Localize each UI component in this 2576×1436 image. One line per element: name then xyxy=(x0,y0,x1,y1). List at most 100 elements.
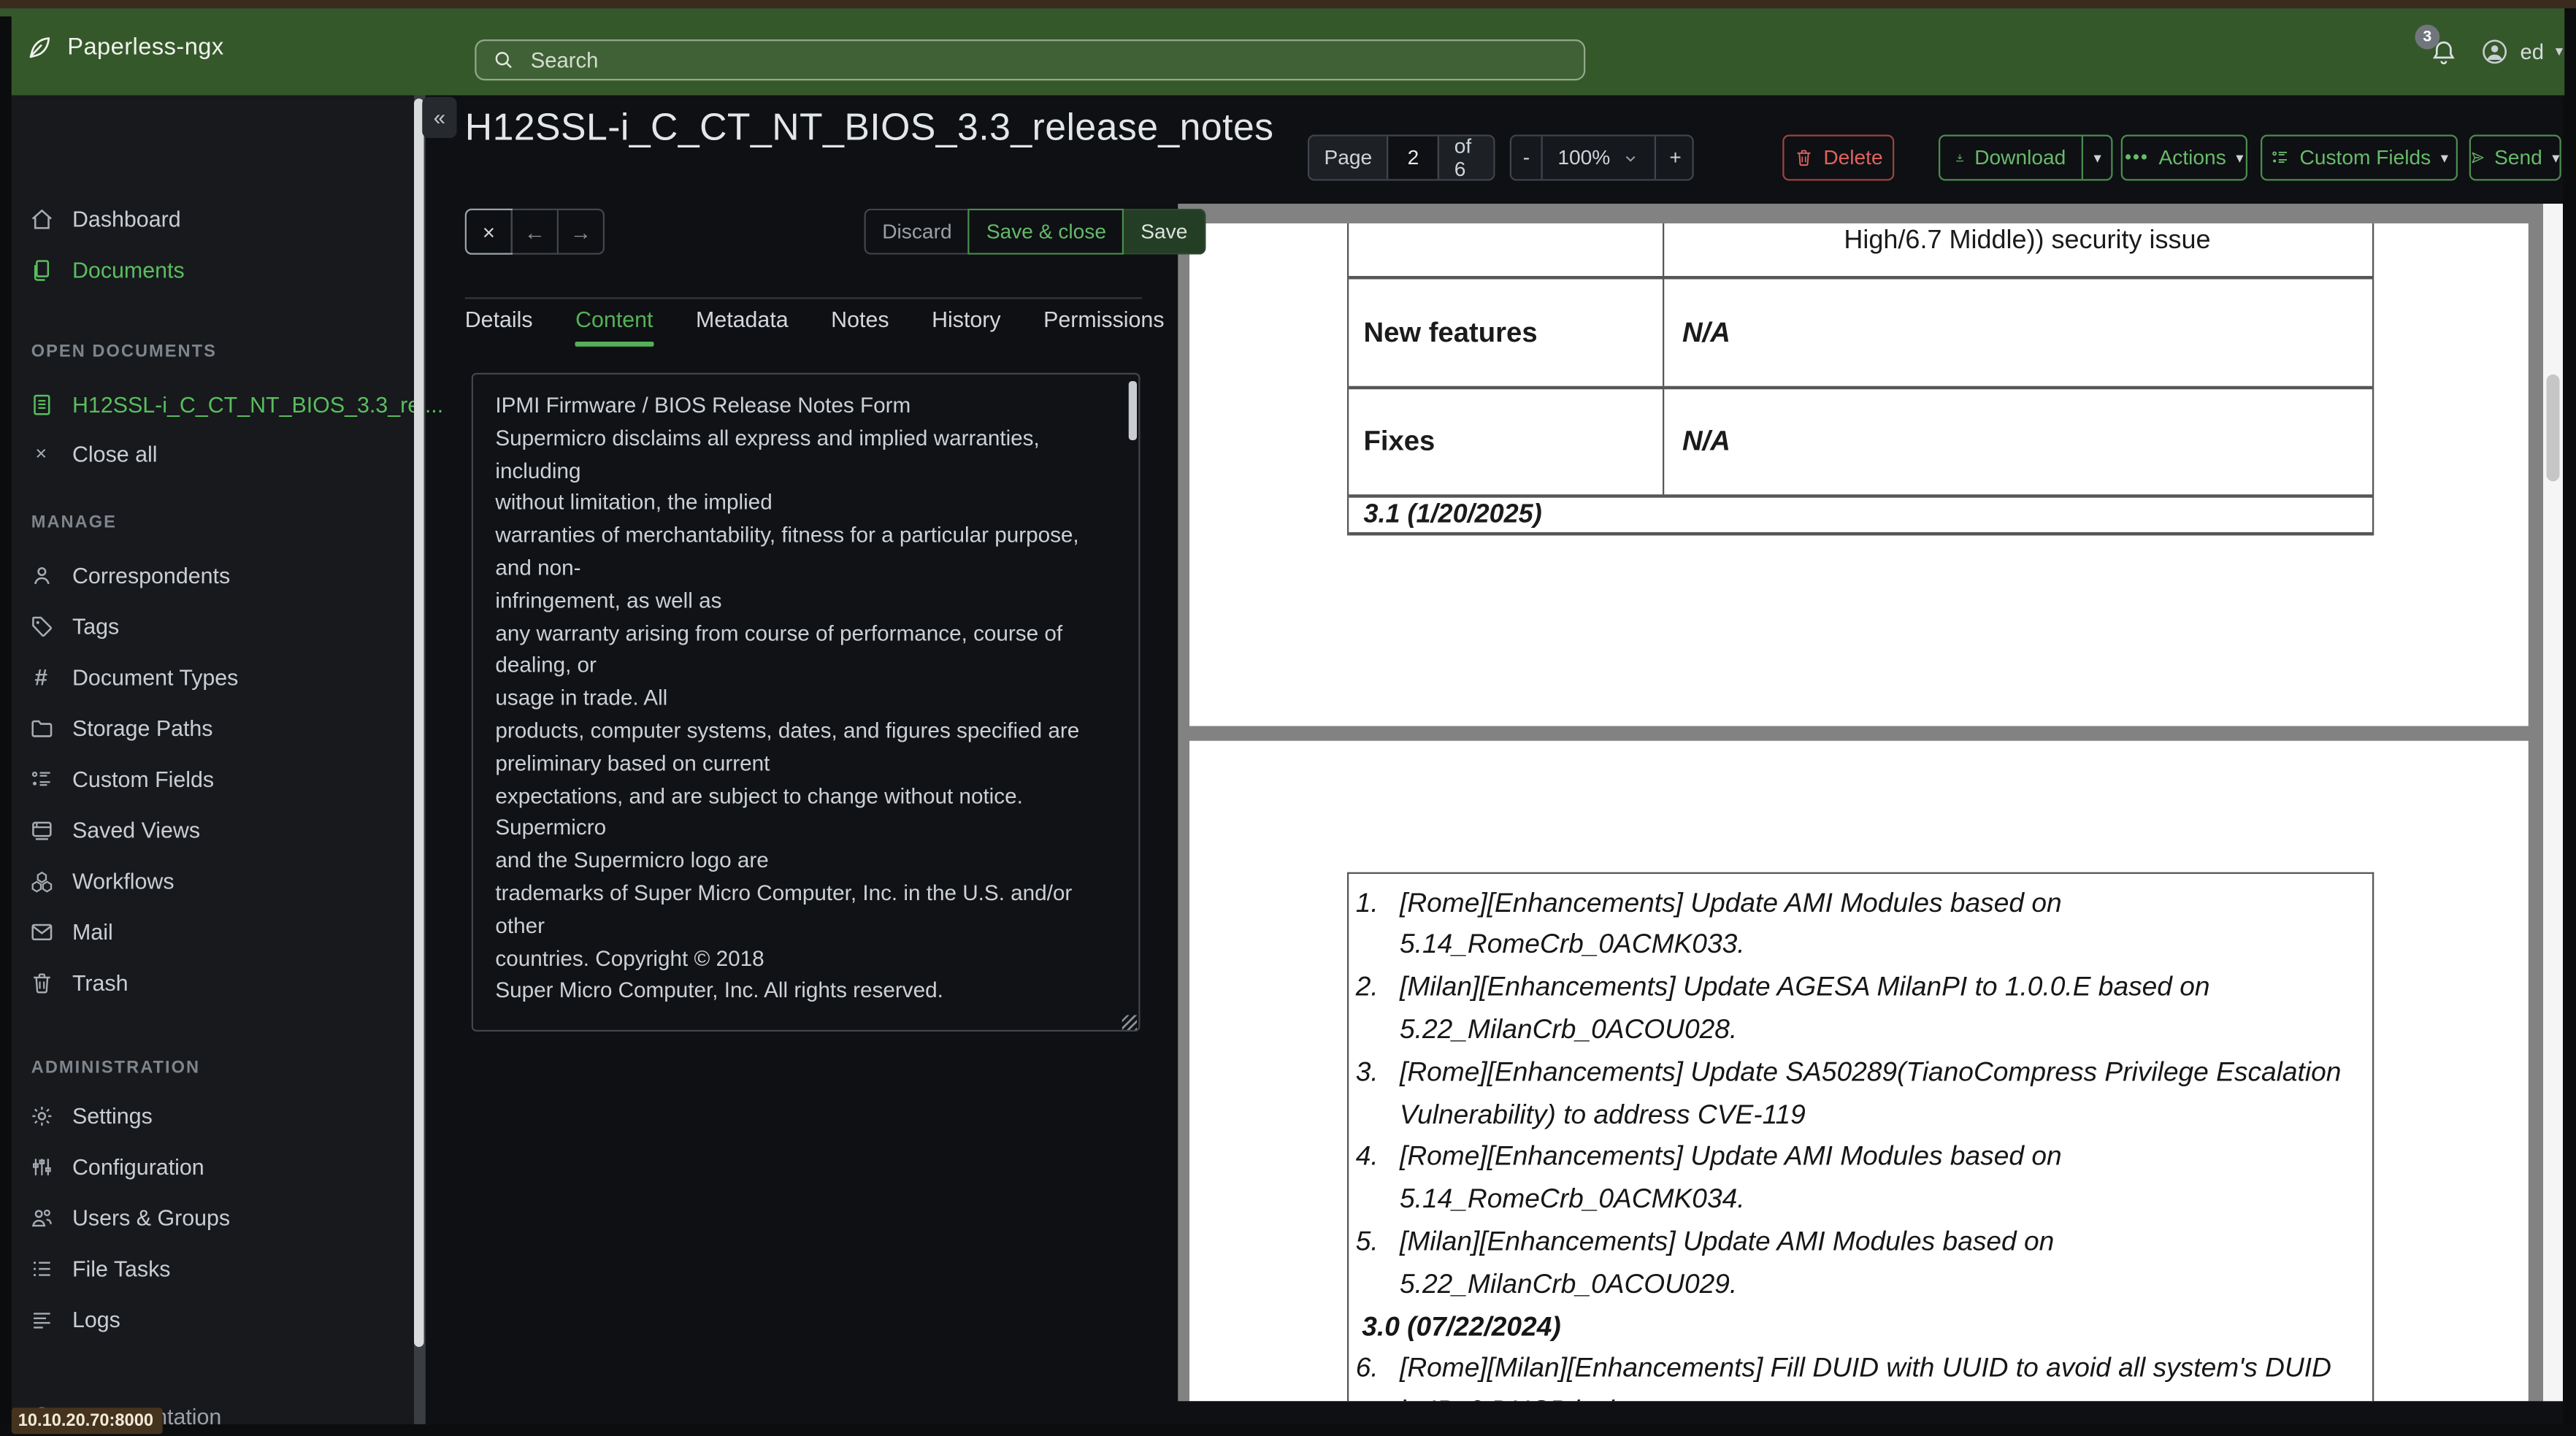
send-button[interactable]: Send ▾ xyxy=(2469,134,2561,181)
sidebar-scrollbar-thumb[interactable] xyxy=(414,99,424,1347)
avatar-icon xyxy=(2481,37,2509,65)
page-input-segment[interactable] xyxy=(1387,136,1438,180)
list-item: 1. [Rome][Enhancements] Update AMI Module… xyxy=(1349,883,2372,968)
sidebar-collapse-button[interactable]: « xyxy=(422,96,457,138)
sidebar-item-file-tasks[interactable]: File Tasks xyxy=(28,1248,171,1288)
header-right-cluster: 3 ed ▾ xyxy=(2415,7,2563,95)
sidebar-item-dashboard[interactable]: Dashboard xyxy=(28,199,181,238)
send-icon xyxy=(2471,148,2485,168)
content-textarea[interactable]: IPMI Firmware / BIOS Release Notes Form … xyxy=(470,372,1140,1032)
search-input[interactable] xyxy=(527,45,1501,74)
fields-icon xyxy=(2270,148,2290,168)
tab-history[interactable]: History xyxy=(932,307,1001,332)
documents-icon xyxy=(28,257,54,282)
sidebar-item-users-groups[interactable]: Users & Groups xyxy=(28,1197,230,1237)
mail-icon xyxy=(28,919,54,944)
pdf-page-2: 1. [Rome][Enhancements] Update AMI Module… xyxy=(1188,740,2529,1401)
sidebar-item-document-types[interactable]: # Document Types xyxy=(28,657,238,696)
top-strip xyxy=(0,0,2576,8)
list-item-text: [Rome][Enhancements] Update AMI Modules … xyxy=(1400,888,2062,960)
textarea-resize-handle[interactable] xyxy=(1122,1015,1137,1030)
tab-notes[interactable]: Notes xyxy=(831,307,889,332)
sidebar-item-saved-views[interactable]: Saved Views xyxy=(28,810,200,849)
right-edge xyxy=(2564,7,2576,1424)
page-number-input[interactable] xyxy=(1392,145,1435,171)
fields-icon xyxy=(28,767,54,791)
tab-content[interactable]: Content xyxy=(575,307,654,347)
custom-fields-button[interactable]: Custom Fields ▾ xyxy=(2261,134,2458,181)
sidebar-item-correspondents[interactable]: Correspondents xyxy=(28,556,230,595)
sidebar-item-custom-fields[interactable]: Custom Fields xyxy=(28,759,214,799)
list-item-number: 2. xyxy=(1355,972,1379,1002)
zoom-control-group: - 100% + xyxy=(1509,134,1694,181)
pdf-scrollbar-thumb[interactable] xyxy=(2546,375,2559,482)
actions-button[interactable]: ••• Actions ▾ xyxy=(2120,134,2247,181)
trash-icon xyxy=(28,970,54,995)
caret-down-icon: ▾ xyxy=(2552,148,2560,166)
next-document-button[interactable]: → xyxy=(556,210,603,253)
version-heading: 3.0 (07/22/2024) xyxy=(1362,1311,1561,1342)
sidebar-item-storage-paths[interactable]: Storage Paths xyxy=(28,708,213,748)
gear-icon xyxy=(28,1103,54,1128)
sidebar-item-label: Users & Groups xyxy=(72,1205,231,1230)
sidebar-item-label: Tags xyxy=(72,613,120,639)
sidebar-item-label: File Tasks xyxy=(72,1256,171,1281)
sidebar-item-label: Saved Views xyxy=(72,817,201,842)
sidebar-item-configuration[interactable]: Configuration xyxy=(28,1147,204,1186)
home-icon xyxy=(28,206,54,231)
sidebar-item-workflows[interactable]: Workflows xyxy=(28,861,175,900)
download-button[interactable]: Download ▾ xyxy=(1939,134,2113,181)
list-item: 5. [Milan][Enhancements] Update AMI Modul… xyxy=(1349,1222,2372,1307)
app-logo[interactable]: Paperless-ngx xyxy=(26,34,224,60)
close-document-button[interactable]: × xyxy=(464,208,513,255)
sidebar-item-documents[interactable]: Documents xyxy=(28,250,185,289)
page-title: H12SSL-i_C_CT_NT_BIOS_3.3_release_notes xyxy=(464,105,1274,148)
sidebar-item-mail[interactable]: Mail xyxy=(28,912,113,951)
zoom-level-select[interactable]: 100% xyxy=(1541,136,1655,180)
user-menu[interactable]: ed ▾ xyxy=(2481,37,2563,65)
notifications-button[interactable]: 3 xyxy=(2415,24,2458,65)
zoom-in-button[interactable]: + xyxy=(1655,136,1693,180)
sidebar-item-settings[interactable]: Settings xyxy=(28,1096,153,1135)
previous-document-button[interactable]: ← xyxy=(510,210,557,253)
page-total-label: of 6 xyxy=(1438,136,1494,180)
tab-details[interactable]: Details xyxy=(465,307,533,332)
username: ed xyxy=(2520,39,2545,64)
app-header: Paperless-ngx 3 ed ▾ xyxy=(0,7,2576,96)
page-label: Page xyxy=(1309,136,1387,180)
sidebar-item-label: Workflows xyxy=(72,868,175,893)
close-icon: × xyxy=(35,442,47,465)
sidebar-item-open-document[interactable]: H12SSL-i_C_CT_NT_BIOS_3.3_rel... xyxy=(28,385,443,424)
tasks-icon xyxy=(28,1256,54,1281)
download-icon xyxy=(1955,148,1965,168)
tab-permissions[interactable]: Permissions xyxy=(1043,307,1164,332)
list-item-number: 1. xyxy=(1355,888,1379,918)
users-icon xyxy=(28,1205,54,1229)
tab-metadata[interactable]: Metadata xyxy=(696,307,789,332)
save-button[interactable]: Save xyxy=(1124,208,1206,255)
pdf-viewer[interactable]: High/6.7 Middle)) security issue New fea… xyxy=(1178,204,2563,1401)
list-item-text: [Rome][Enhancements] Update AMI Modules … xyxy=(1400,1142,2062,1215)
delete-button[interactable]: Delete xyxy=(1782,134,1895,181)
app-name: Paperless-ngx xyxy=(67,34,224,61)
send-label: Send xyxy=(2494,146,2542,169)
search-box[interactable] xyxy=(475,38,1586,80)
sidebar-item-logs[interactable]: Logs xyxy=(28,1299,120,1339)
list-item-number: 6. xyxy=(1355,1354,1379,1384)
sidebar-item-trash[interactable]: Trash xyxy=(28,963,129,1002)
chevron-down-icon xyxy=(1622,149,1640,167)
table-cell: N/A xyxy=(1682,316,1730,348)
zoom-out-button[interactable]: - xyxy=(1511,136,1541,180)
page-control-group: Page of 6 xyxy=(1308,134,1495,181)
download-label: Download xyxy=(1974,146,2066,169)
sidebar-item-tags[interactable]: Tags xyxy=(28,606,119,645)
collapse-icon: « xyxy=(433,105,445,130)
discard-button[interactable]: Discard xyxy=(864,208,969,255)
save-and-close-button[interactable]: Save & close xyxy=(968,208,1124,255)
zoom-level-value: 100% xyxy=(1557,146,1611,169)
download-dropdown-toggle[interactable]: ▾ xyxy=(2082,136,2111,180)
sliders-icon xyxy=(28,1154,54,1179)
textarea-scrollbar-thumb[interactable] xyxy=(1128,381,1136,440)
sidebar-item-close-all[interactable]: × Close all xyxy=(28,434,157,473)
list-item-number: 3. xyxy=(1355,1057,1379,1087)
